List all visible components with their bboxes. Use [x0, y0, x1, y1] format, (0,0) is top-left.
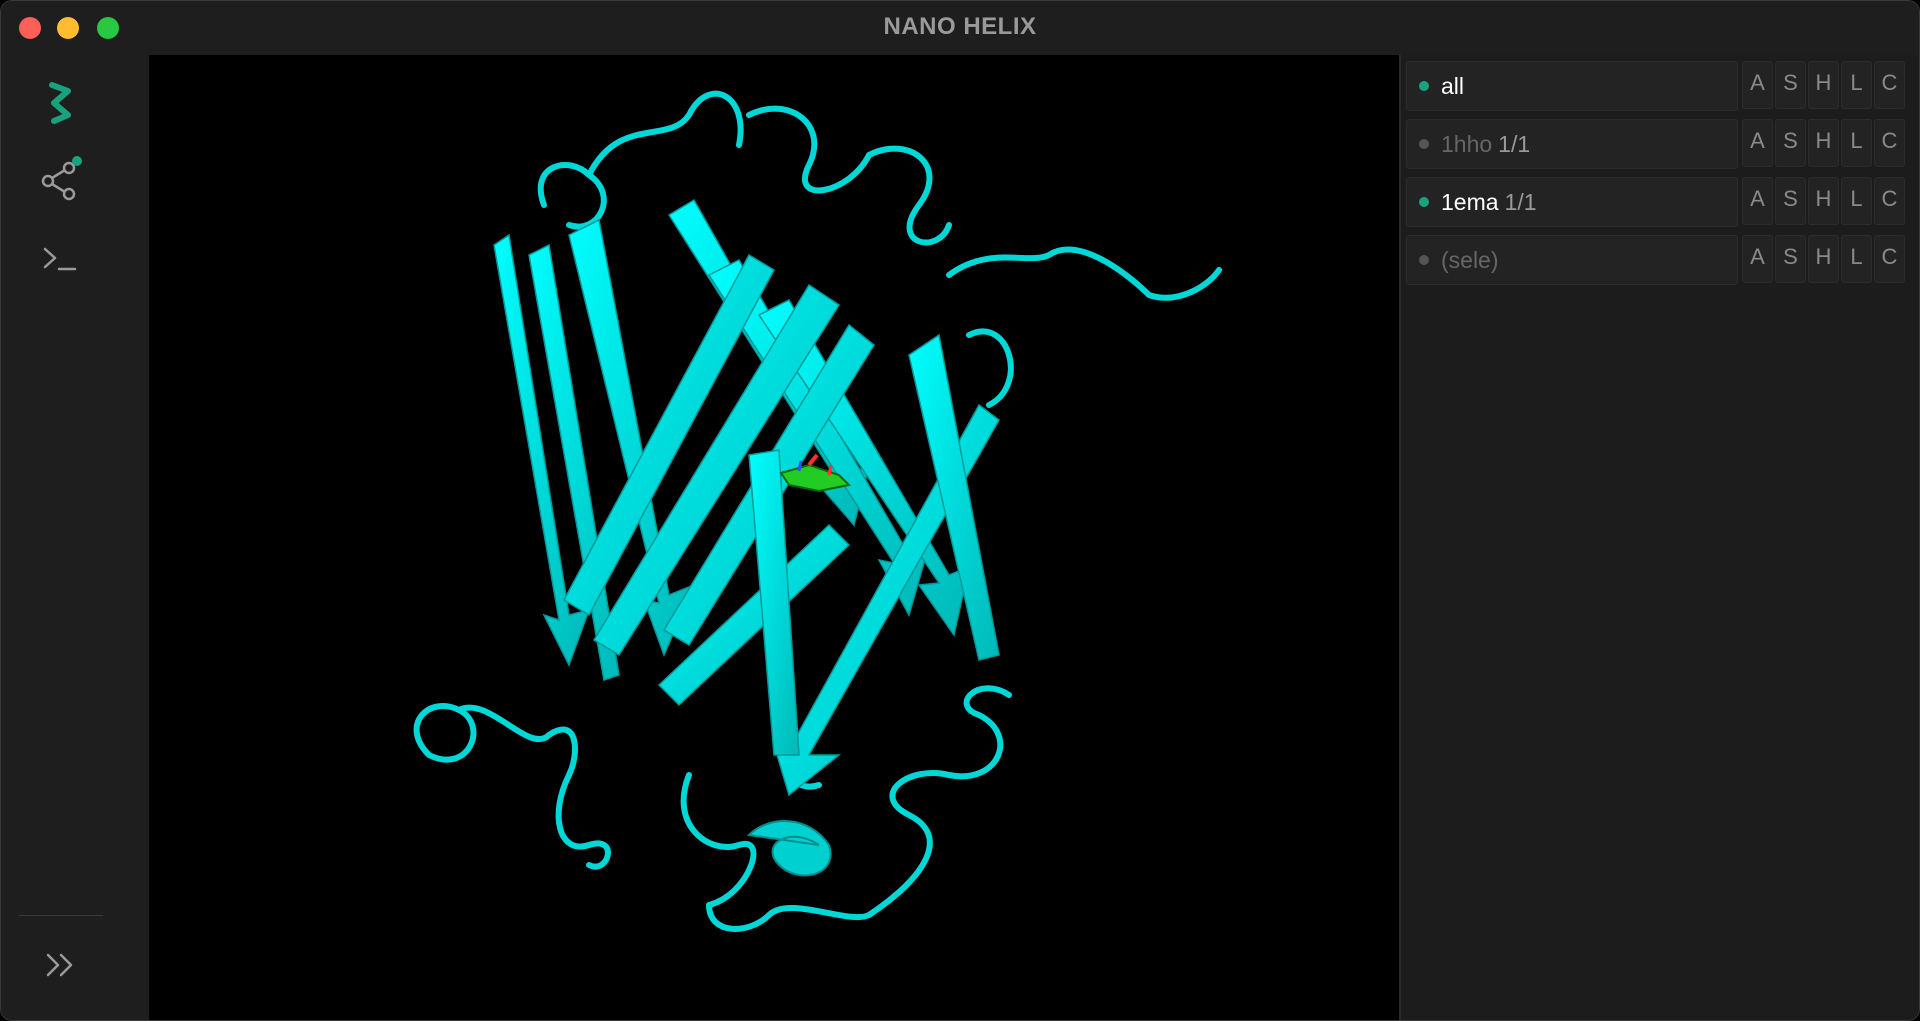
object-name-cell[interactable]: (sele) [1406, 235, 1738, 285]
hide-button[interactable]: H [1808, 61, 1839, 109]
color-button[interactable]: C [1874, 119, 1905, 167]
title-bar: NANO HELIX [1, 1, 1919, 55]
object-state-count: 1/1 [1504, 188, 1537, 215]
object-row-1hho[interactable]: 1hho 1/1 A S H L C [1406, 119, 1916, 169]
action-button[interactable]: A [1742, 177, 1773, 225]
color-button[interactable]: C [1874, 235, 1905, 283]
beta-strands [493, 198, 1000, 797]
show-button[interactable]: S [1775, 235, 1806, 283]
visibility-dot[interactable] [1419, 255, 1429, 265]
action-button[interactable]: A [1742, 61, 1773, 109]
object-action-buttons: A S H L C [1742, 61, 1907, 109]
terminal-button[interactable] [31, 229, 91, 289]
app-window: NANO HELIX all A S H L C 1hho 1/1 A S H … [0, 0, 1920, 1021]
object-name: (sele) [1441, 246, 1499, 273]
loop-coils [413, 90, 1222, 932]
visibility-dot[interactable] [1419, 139, 1429, 149]
protein-ribbon-render[interactable] [149, 55, 1399, 1020]
object-action-buttons: A S H L C [1742, 177, 1907, 225]
label-button[interactable]: L [1841, 119, 1872, 167]
object-name-cell[interactable]: all [1406, 61, 1738, 111]
expand-chevrons-icon [46, 953, 73, 977]
label-button[interactable]: L [1841, 61, 1872, 109]
object-state-count: 1/1 [1498, 130, 1531, 157]
color-button[interactable]: C [1874, 61, 1905, 109]
visibility-dot[interactable] [1419, 197, 1429, 207]
object-action-buttons: A S H L C [1742, 235, 1907, 283]
molecular-viewport[interactable] [149, 55, 1399, 1020]
object-name: 1hho [1441, 130, 1493, 157]
sidebar [1, 55, 149, 1020]
hide-button[interactable]: H [1808, 119, 1839, 167]
color-button[interactable]: C [1874, 177, 1905, 225]
home-logo-button[interactable] [31, 73, 91, 133]
show-button[interactable]: S [1775, 177, 1806, 225]
share-button[interactable] [31, 151, 91, 211]
expand-sidebar-button[interactable] [31, 935, 91, 995]
label-button[interactable]: L [1841, 177, 1872, 225]
object-row-1ema[interactable]: 1ema 1/1 A S H L C [1406, 177, 1916, 227]
object-name: 1ema [1441, 188, 1499, 215]
label-button[interactable]: L [1841, 235, 1872, 283]
notification-dot [72, 156, 82, 166]
object-name-cell[interactable]: 1hho 1/1 [1406, 119, 1738, 169]
object-action-buttons: A S H L C [1742, 119, 1907, 167]
object-row-all[interactable]: all A S H L C [1406, 61, 1916, 111]
hide-button[interactable]: H [1808, 177, 1839, 225]
objects-panel: all A S H L C 1hho 1/1 A S H L C 1ema 1/… [1399, 55, 1919, 1020]
action-button[interactable]: A [1742, 235, 1773, 283]
action-button[interactable]: A [1742, 119, 1773, 167]
visibility-dot[interactable] [1419, 81, 1429, 91]
show-button[interactable]: S [1775, 119, 1806, 167]
window-title: NANO HELIX [883, 13, 1037, 40]
hide-button[interactable]: H [1808, 235, 1839, 283]
object-name-cell[interactable]: 1ema 1/1 [1406, 177, 1738, 227]
terminal-icon [43, 247, 77, 271]
show-button[interactable]: S [1775, 61, 1806, 109]
object-row-sele[interactable]: (sele) A S H L C [1406, 235, 1916, 285]
share-icon [41, 156, 82, 201]
sidebar-divider [19, 915, 103, 916]
alpha-helix [746, 820, 832, 877]
object-name: all [1441, 72, 1465, 99]
helix-logo-icon [49, 82, 71, 124]
